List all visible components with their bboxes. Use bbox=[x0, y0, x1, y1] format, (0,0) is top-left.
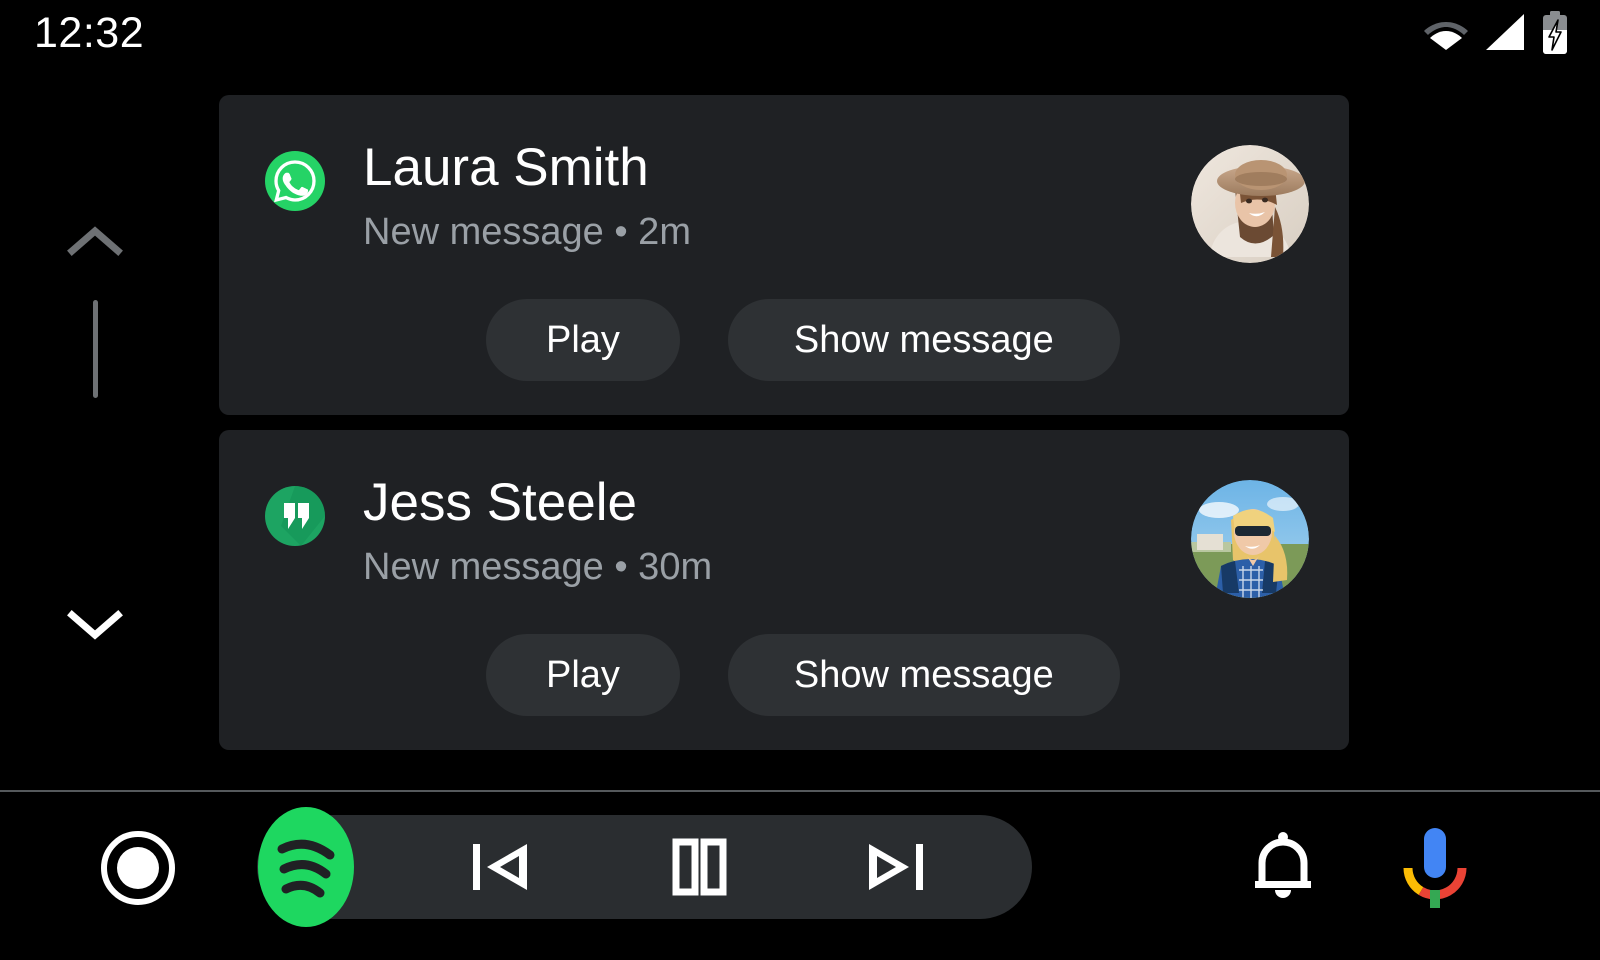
bottom-navigation-bar bbox=[0, 792, 1600, 960]
scroll-up-chevron-icon[interactable] bbox=[66, 223, 124, 263]
home-button[interactable] bbox=[100, 830, 176, 906]
scroll-down-chevron-icon[interactable] bbox=[66, 603, 124, 643]
avatar-laura-smith bbox=[1191, 145, 1309, 263]
next-track-button[interactable] bbox=[857, 832, 931, 902]
spotify-icon[interactable] bbox=[256, 803, 356, 931]
show-message-button[interactable]: Show message bbox=[727, 634, 1120, 716]
notification-text: Jess Steele New message • 30m bbox=[363, 472, 1191, 590]
message-subtitle: New message • 30m bbox=[363, 546, 713, 588]
pause-button[interactable] bbox=[662, 832, 736, 902]
notification-list: Laura Smith New message • 2m Play Show m… bbox=[219, 95, 1349, 765]
notification-card-whatsapp[interactable]: Laura Smith New message • 2m Play Show m… bbox=[219, 95, 1349, 415]
status-bar-clock: 12:32 bbox=[34, 8, 145, 57]
notification-card-hangouts[interactable]: Jess Steele New message • 30m Play Show … bbox=[219, 430, 1349, 750]
sender-name: Laura Smith bbox=[363, 138, 649, 197]
notification-actions: Play Show message bbox=[219, 634, 1349, 716]
status-bar: 12:32 bbox=[0, 0, 1600, 66]
notification-actions: Play Show message bbox=[219, 299, 1349, 381]
cellular-signal-icon bbox=[1484, 14, 1526, 52]
avatar-jess-steele bbox=[1191, 480, 1309, 598]
hangouts-icon bbox=[265, 486, 325, 546]
play-button[interactable]: Play bbox=[486, 634, 680, 716]
sender-name: Jess Steele bbox=[363, 473, 637, 532]
message-subtitle: New message • 2m bbox=[363, 211, 691, 253]
previous-track-button[interactable] bbox=[465, 832, 539, 902]
notifications-bell-icon[interactable] bbox=[1245, 828, 1321, 908]
assistant-microphone-icon[interactable] bbox=[1395, 824, 1475, 912]
show-message-button[interactable]: Show message bbox=[727, 299, 1120, 381]
notification-header: Laura Smith New message • 2m bbox=[219, 137, 1349, 263]
play-button[interactable]: Play bbox=[486, 299, 680, 381]
wifi-icon bbox=[1424, 16, 1468, 50]
scroll-rail[interactable] bbox=[66, 215, 124, 645]
media-control-pill bbox=[257, 807, 1032, 927]
battery-charging-icon bbox=[1542, 11, 1568, 55]
whatsapp-icon bbox=[265, 151, 325, 211]
status-bar-icons bbox=[1424, 10, 1568, 56]
notification-header: Jess Steele New message • 30m bbox=[219, 472, 1349, 598]
scrollbar-thumb[interactable] bbox=[93, 300, 98, 398]
notification-text: Laura Smith New message • 2m bbox=[363, 137, 1191, 255]
